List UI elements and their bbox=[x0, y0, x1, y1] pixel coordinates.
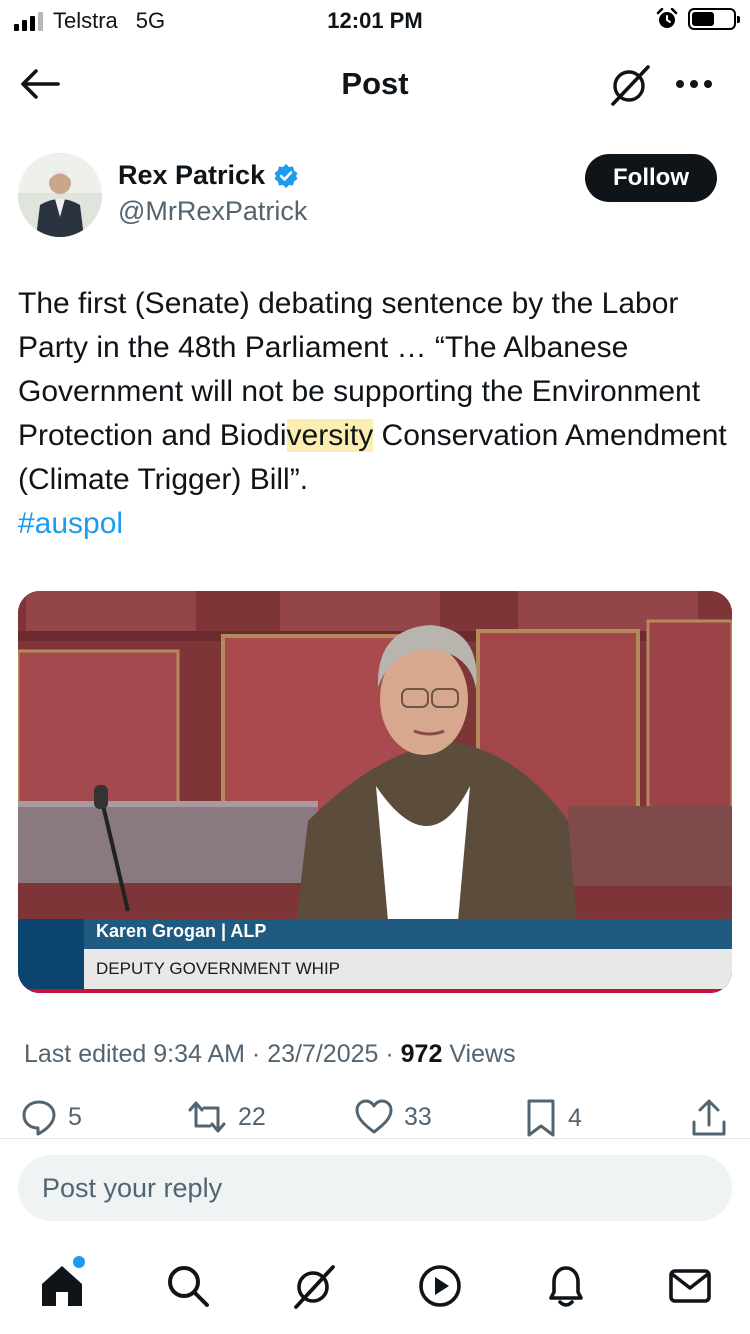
search-icon bbox=[168, 1266, 209, 1307]
reply-icon bbox=[22, 1100, 56, 1136]
post-meta: Last edited 9:34 AM · 23/7/2025 · 972 Vi… bbox=[24, 1040, 516, 1069]
post-text-highlight: versity bbox=[286, 419, 374, 452]
meta-separator: · bbox=[385, 1040, 401, 1068]
tab-messages[interactable] bbox=[666, 1262, 714, 1310]
status-time: 12:01 PM bbox=[327, 8, 423, 33]
verified-badge-icon bbox=[274, 163, 298, 188]
reply-count: 5 bbox=[68, 1102, 82, 1131]
lower-third-name: Karen Grogan | ALP bbox=[96, 921, 267, 941]
repost-button[interactable]: 22 bbox=[186, 1098, 266, 1136]
grok-icon bbox=[294, 1265, 335, 1309]
video-icon bbox=[419, 1265, 461, 1307]
avatar-image bbox=[18, 153, 102, 237]
notifications-icon bbox=[549, 1266, 583, 1307]
more-horizontal-icon bbox=[676, 80, 712, 88]
lower-third-title: DEPUTY GOVERNMENT WHIP bbox=[96, 959, 341, 978]
edited-timestamp[interactable]: Last edited 9:34 AM · 23/7/2025 bbox=[24, 1040, 378, 1068]
post-text: The first (Senate) debating sentence by … bbox=[18, 282, 734, 546]
hashtag-link[interactable]: #auspol bbox=[18, 507, 123, 540]
author-name-text: Rex Patrick bbox=[118, 160, 266, 190]
post-actions: 5 22 33 4 bbox=[0, 1098, 750, 1140]
post-header: Post bbox=[0, 48, 750, 120]
status-right bbox=[656, 8, 740, 30]
views-label: Views bbox=[449, 1040, 516, 1068]
repost-count: 22 bbox=[238, 1102, 266, 1131]
tab-grok[interactable] bbox=[290, 1262, 338, 1310]
author-name[interactable]: Rex Patrick bbox=[118, 160, 299, 191]
tab-search[interactable] bbox=[164, 1262, 212, 1310]
actions-divider bbox=[0, 1138, 750, 1139]
bookmark-icon bbox=[527, 1099, 555, 1137]
repost-icon bbox=[188, 1101, 226, 1133]
bottom-tab-bar bbox=[0, 1250, 750, 1334]
reply-input[interactable] bbox=[42, 1155, 702, 1221]
avatar[interactable] bbox=[18, 153, 102, 237]
share-icon bbox=[692, 1099, 726, 1136]
grok-icon bbox=[611, 65, 650, 106]
home-notification-dot bbox=[73, 1256, 85, 1268]
status-bar: Telstra 5G 12:01 PM bbox=[0, 0, 750, 40]
like-count: 33 bbox=[404, 1102, 432, 1131]
alarm-icon bbox=[656, 8, 678, 28]
reply-box[interactable] bbox=[18, 1155, 732, 1221]
post-media-video[interactable]: Karen Grogan | ALP DEPUTY GOVERNMENT WHI… bbox=[18, 591, 732, 993]
tab-notifications[interactable] bbox=[542, 1262, 590, 1310]
like-button[interactable]: 33 bbox=[354, 1098, 432, 1136]
bookmark-count: 4 bbox=[568, 1103, 582, 1132]
tab-video[interactable] bbox=[416, 1262, 464, 1310]
messages-icon bbox=[669, 1269, 711, 1303]
views-count: 972 bbox=[400, 1040, 443, 1068]
reply-button[interactable]: 5 bbox=[20, 1098, 82, 1136]
bookmark-button[interactable]: 4 bbox=[524, 1098, 582, 1138]
grok-button[interactable] bbox=[606, 64, 654, 106]
more-button[interactable] bbox=[670, 68, 720, 100]
author-handle[interactable]: @MrRexPatrick bbox=[118, 196, 307, 227]
follow-button[interactable]: Follow bbox=[585, 154, 717, 202]
share-button[interactable] bbox=[690, 1098, 728, 1138]
tab-home[interactable] bbox=[38, 1262, 86, 1310]
home-icon bbox=[42, 1266, 82, 1306]
battery-icon bbox=[688, 8, 740, 30]
heart-icon bbox=[355, 1099, 393, 1134]
